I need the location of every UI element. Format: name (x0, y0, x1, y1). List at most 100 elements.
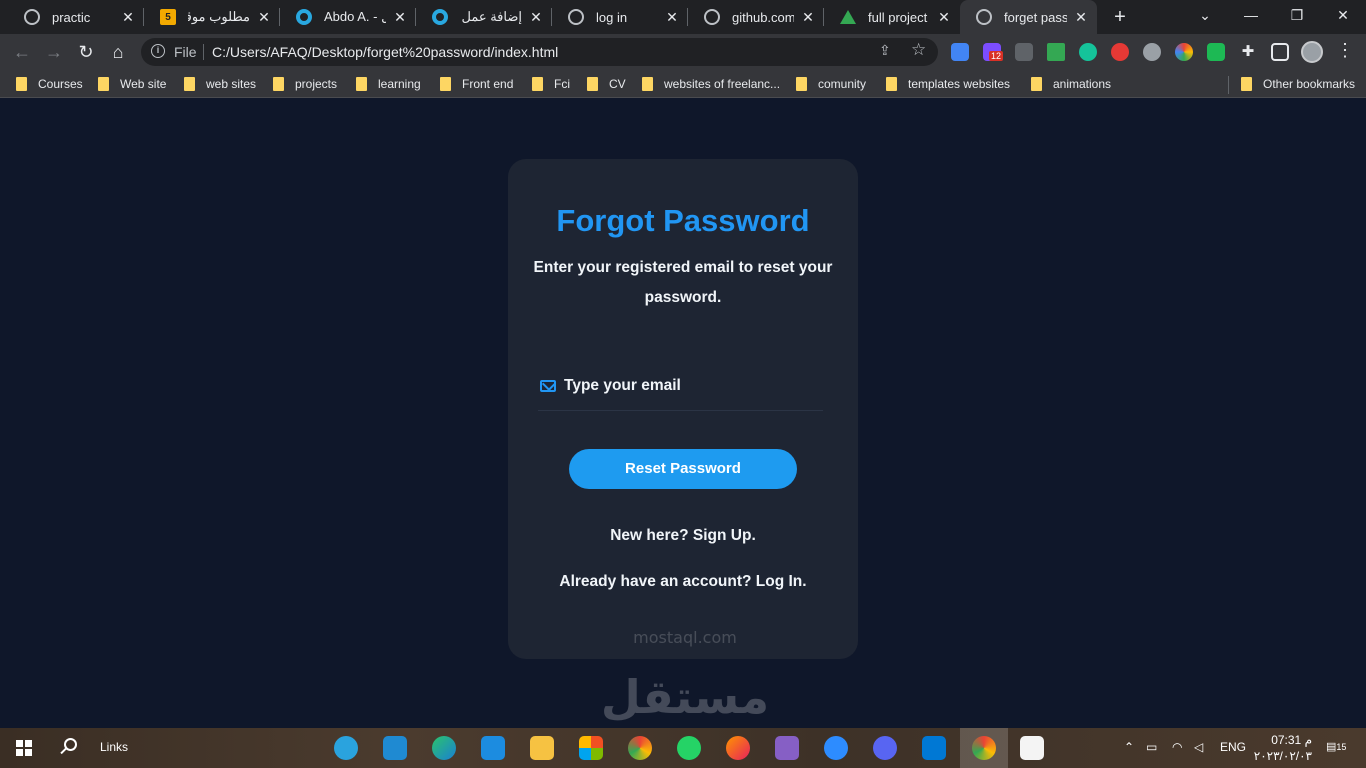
bookmark-label: CV (609, 77, 626, 91)
share-icon[interactable]: ⇪ (879, 42, 891, 59)
bookmark-folder[interactable]: comunity (796, 75, 866, 93)
bookmark-folder[interactable]: learning (356, 75, 421, 93)
notification-center-icon[interactable]: ▤15 (1326, 740, 1346, 753)
home-button[interactable]: ⌂ (106, 40, 130, 64)
bookmark-label: projects (295, 77, 338, 91)
language-indicator[interactable]: ENG (1220, 740, 1246, 754)
forward-button[interactable]: → (42, 40, 66, 64)
reload-button[interactable]: ↻ (74, 40, 98, 64)
bookmark-folder[interactable]: CV (587, 75, 626, 93)
tab-log-in[interactable]: log in ✕ (552, 0, 688, 34)
login-link[interactable]: Already have an account? Log In. (508, 573, 858, 591)
tab-full-project[interactable]: full project - G ✕ (824, 0, 960, 34)
back-button[interactable]: ← (10, 40, 34, 64)
close-icon[interactable]: ✕ (664, 9, 680, 26)
folder-icon (886, 77, 897, 91)
close-icon[interactable]: ✕ (392, 9, 408, 26)
color-picker-extension-icon[interactable] (1175, 43, 1193, 61)
tab-search-chevron-down-icon[interactable]: ⌄ (1182, 0, 1228, 34)
folder-icon (98, 77, 109, 91)
bookmark-label: web sites (206, 77, 257, 91)
translate-extension-icon[interactable] (951, 43, 969, 61)
edge-icon[interactable] (432, 736, 456, 760)
bookmark-star-icon[interactable]: ☆ (911, 40, 926, 60)
close-window-button[interactable]: ✕ (1320, 0, 1366, 34)
eyedropper-extension-icon[interactable] (1015, 43, 1033, 61)
discord-icon[interactable] (873, 736, 897, 760)
chevron-up-icon[interactable]: ⌃ (1124, 740, 1134, 754)
bookmark-folder[interactable]: animations (1031, 75, 1111, 93)
puzzle-extensions-icon[interactable]: ✚ (1239, 43, 1257, 61)
battery-icon[interactable]: ▭ (1146, 740, 1157, 754)
yb-app-icon[interactable] (1020, 736, 1044, 760)
tab-title: log in (596, 9, 628, 25)
new-tab-button[interactable]: + (1108, 5, 1132, 29)
bookmark-label: websites of freelanc... (664, 77, 781, 91)
close-icon[interactable]: ✕ (120, 9, 136, 26)
bookmark-folder[interactable]: templates websites (886, 75, 1010, 93)
chrome-icon[interactable] (628, 736, 652, 760)
bookmark-folder[interactable]: projects (273, 75, 337, 93)
media-player-icon[interactable] (922, 736, 946, 760)
tab-title: Abdo A. - مستقل (324, 9, 386, 24)
bookmark-folder[interactable]: websites of freelanc... (642, 75, 780, 93)
record-extension-icon[interactable] (1111, 43, 1129, 61)
side-panel-icon[interactable] (1271, 43, 1289, 61)
grammarly-extension-icon[interactable] (1079, 43, 1097, 61)
restore-button[interactable]: ❐ (1274, 0, 1320, 34)
bookmark-label: animations (1053, 77, 1112, 91)
extension-badge: 12 (989, 51, 1004, 61)
url-text[interactable]: C:/Users/AFAQ/Desktop/forget%20password/… (212, 44, 558, 60)
mail-icon[interactable] (481, 736, 505, 760)
tab-mostaql-job[interactable]: 5 مطلوب موقع ✕ (144, 0, 280, 34)
bookmark-folder[interactable]: web sites (184, 75, 256, 93)
close-icon[interactable]: ✕ (528, 9, 544, 26)
info-icon[interactable]: i (151, 44, 165, 58)
search-icon[interactable] (64, 738, 77, 751)
tab-github[interactable]: github.com ✕ (688, 0, 824, 34)
email-input[interactable] (564, 371, 822, 401)
tab-title: practic (52, 9, 91, 25)
bookmark-folder[interactable]: Fci (532, 75, 570, 93)
file-explorer-icon[interactable] (530, 736, 554, 760)
address-bar[interactable]: i File C:/Users/AFAQ/Desktop/forget%20pa… (141, 38, 938, 66)
telegram-icon[interactable] (334, 736, 358, 760)
bookmark-folder[interactable]: Courses (16, 75, 83, 93)
run-extension-icon[interactable] (1207, 43, 1225, 61)
whatsapp-icon[interactable] (677, 736, 701, 760)
close-icon[interactable]: ✕ (256, 9, 272, 26)
zoom-icon[interactable] (824, 736, 848, 760)
volume-icon[interactable]: ◁ (1194, 740, 1203, 754)
visual-studio-icon[interactable] (775, 736, 799, 760)
profile-avatar[interactable] (1301, 41, 1323, 63)
notification-count: 15 (1336, 742, 1347, 752)
globe-icon (568, 9, 584, 25)
tab-add-work[interactable]: إضافة عمل جد ✕ (416, 0, 552, 34)
tab-abdo-profile[interactable]: Abdo A. - مستقل ✕ (280, 0, 416, 34)
cursor-extension-icon[interactable] (1143, 43, 1161, 61)
close-icon[interactable]: ✕ (936, 9, 952, 26)
signup-link[interactable]: New here? Sign Up. (508, 527, 858, 545)
minimize-button[interactable]: — (1228, 0, 1274, 34)
close-icon[interactable]: ✕ (1073, 9, 1089, 26)
drive-extension-icon[interactable] (1047, 43, 1065, 61)
reset-password-button[interactable]: Reset Password (569, 449, 797, 489)
close-icon[interactable]: ✕ (800, 9, 816, 26)
mostaql-ring-icon (432, 9, 448, 25)
links-toolbar[interactable]: Links (100, 740, 128, 754)
bookmark-folder[interactable]: Front end (440, 75, 513, 93)
windows-start-icon[interactable] (16, 740, 32, 756)
store-icon[interactable] (579, 736, 603, 760)
bookmark-label: comunity (818, 77, 867, 91)
tab-forget-password[interactable]: forget passwo ✕ (960, 0, 1097, 34)
chrome-active-taskbar-item[interactable] (960, 728, 1008, 768)
menu-kebab-icon[interactable]: ⋮ (1336, 40, 1354, 61)
tab-practic[interactable]: practic ✕ (8, 0, 144, 34)
vscode-icon[interactable] (383, 736, 407, 760)
badge-extension-icon[interactable]: 12 (983, 43, 1004, 61)
firefox-icon[interactable] (726, 736, 750, 760)
system-clock[interactable]: 07:31 م ٢٠٢٣/٠٢/٠٣ (1252, 732, 1312, 764)
bookmark-folder[interactable]: Web site (98, 75, 166, 93)
other-bookmarks[interactable]: Other bookmarks (1241, 75, 1355, 93)
wifi-icon[interactable]: ◠ (1172, 740, 1182, 754)
